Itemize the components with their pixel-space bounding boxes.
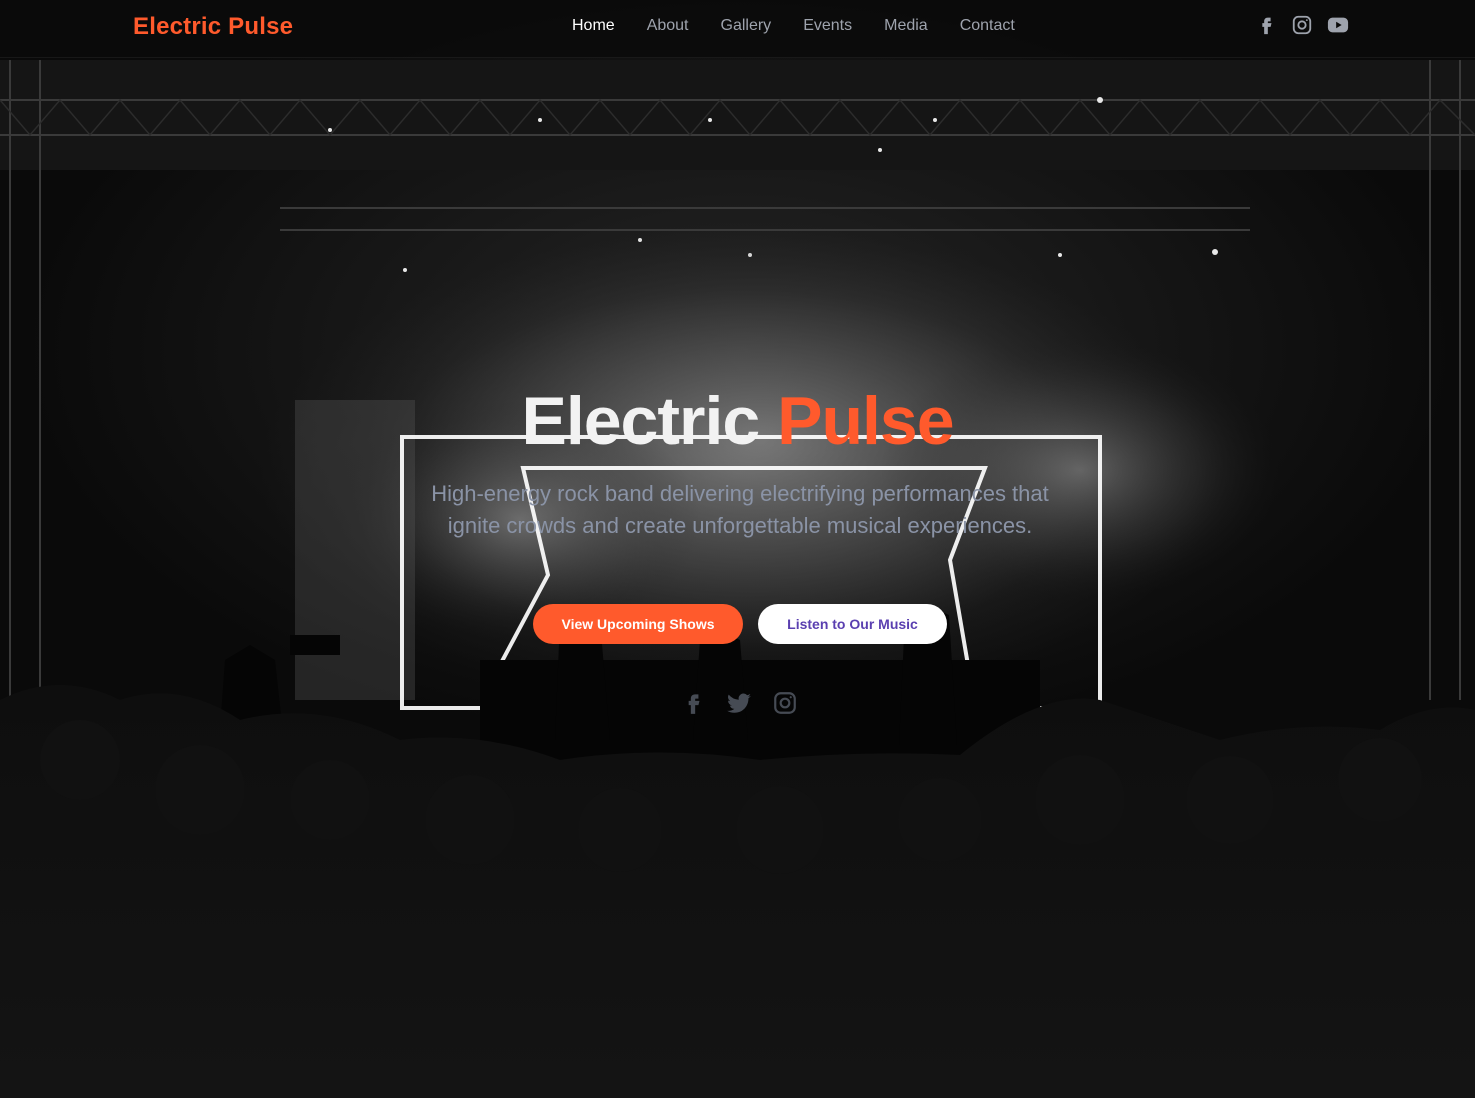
hero-title-main: Electric (521, 383, 760, 459)
twitter-icon[interactable] (726, 690, 752, 716)
main-menu: Home About Gallery Events Media Contact (572, 17, 1047, 35)
hero-title-accent: Pulse (777, 383, 954, 459)
hero-section: Electric Pulse High-energy rock band del… (0, 0, 1475, 1098)
instagram-icon[interactable] (1291, 14, 1313, 36)
facebook-icon[interactable] (680, 690, 706, 716)
nav-link-media[interactable]: Media (884, 17, 928, 35)
youtube-icon[interactable] (1327, 14, 1349, 36)
nav-link-home[interactable]: Home (572, 17, 615, 35)
nav-link-events[interactable]: Events (803, 17, 852, 35)
listen-to-music-button[interactable]: Listen to Our Music (758, 604, 947, 644)
facebook-icon[interactable] (1255, 14, 1277, 36)
nav-link-contact[interactable]: Contact (960, 17, 1015, 35)
hero-subtitle: High-energy rock band delivering electri… (431, 481, 1049, 538)
instagram-icon[interactable] (772, 690, 798, 716)
view-upcoming-shows-button[interactable]: View Upcoming Shows (533, 604, 743, 644)
hero-social-links (680, 690, 798, 716)
brand-logo[interactable]: Electric Pulse (133, 13, 293, 41)
nav-link-about[interactable]: About (647, 17, 689, 35)
top-navbar: Electric Pulse Home About Gallery Events… (0, 0, 1475, 58)
hero-title: Electric Pulse (0, 382, 1475, 460)
nav-social-links (1255, 14, 1349, 36)
nav-link-gallery[interactable]: Gallery (721, 17, 772, 35)
